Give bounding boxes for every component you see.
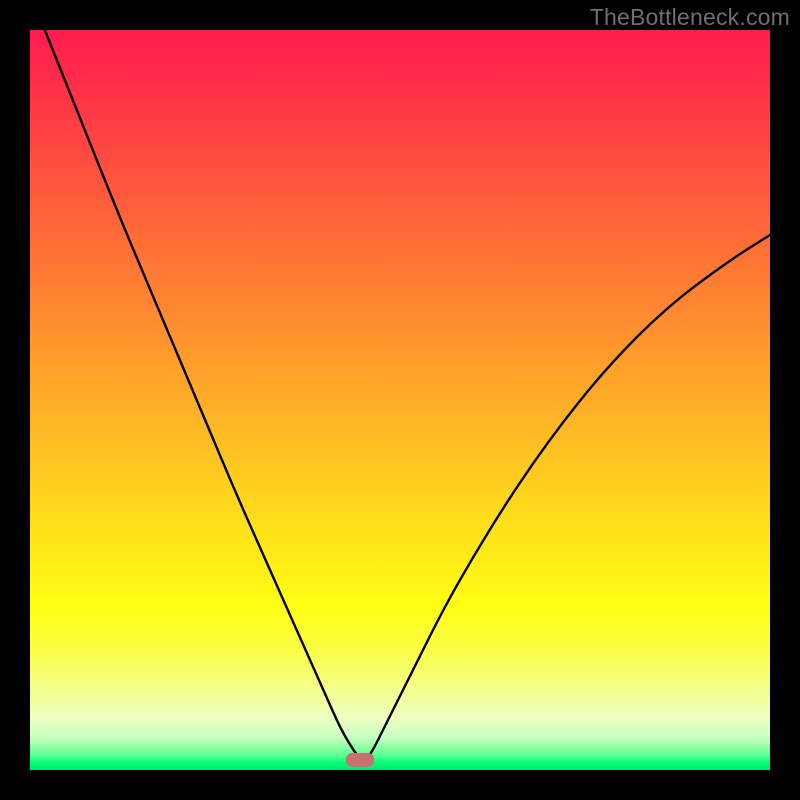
bottleneck-curve	[30, 30, 770, 770]
watermark-text: TheBottleneck.com	[590, 4, 790, 31]
plot-area	[30, 30, 770, 770]
minimum-marker	[346, 753, 374, 767]
chart-frame: TheBottleneck.com	[0, 0, 800, 800]
